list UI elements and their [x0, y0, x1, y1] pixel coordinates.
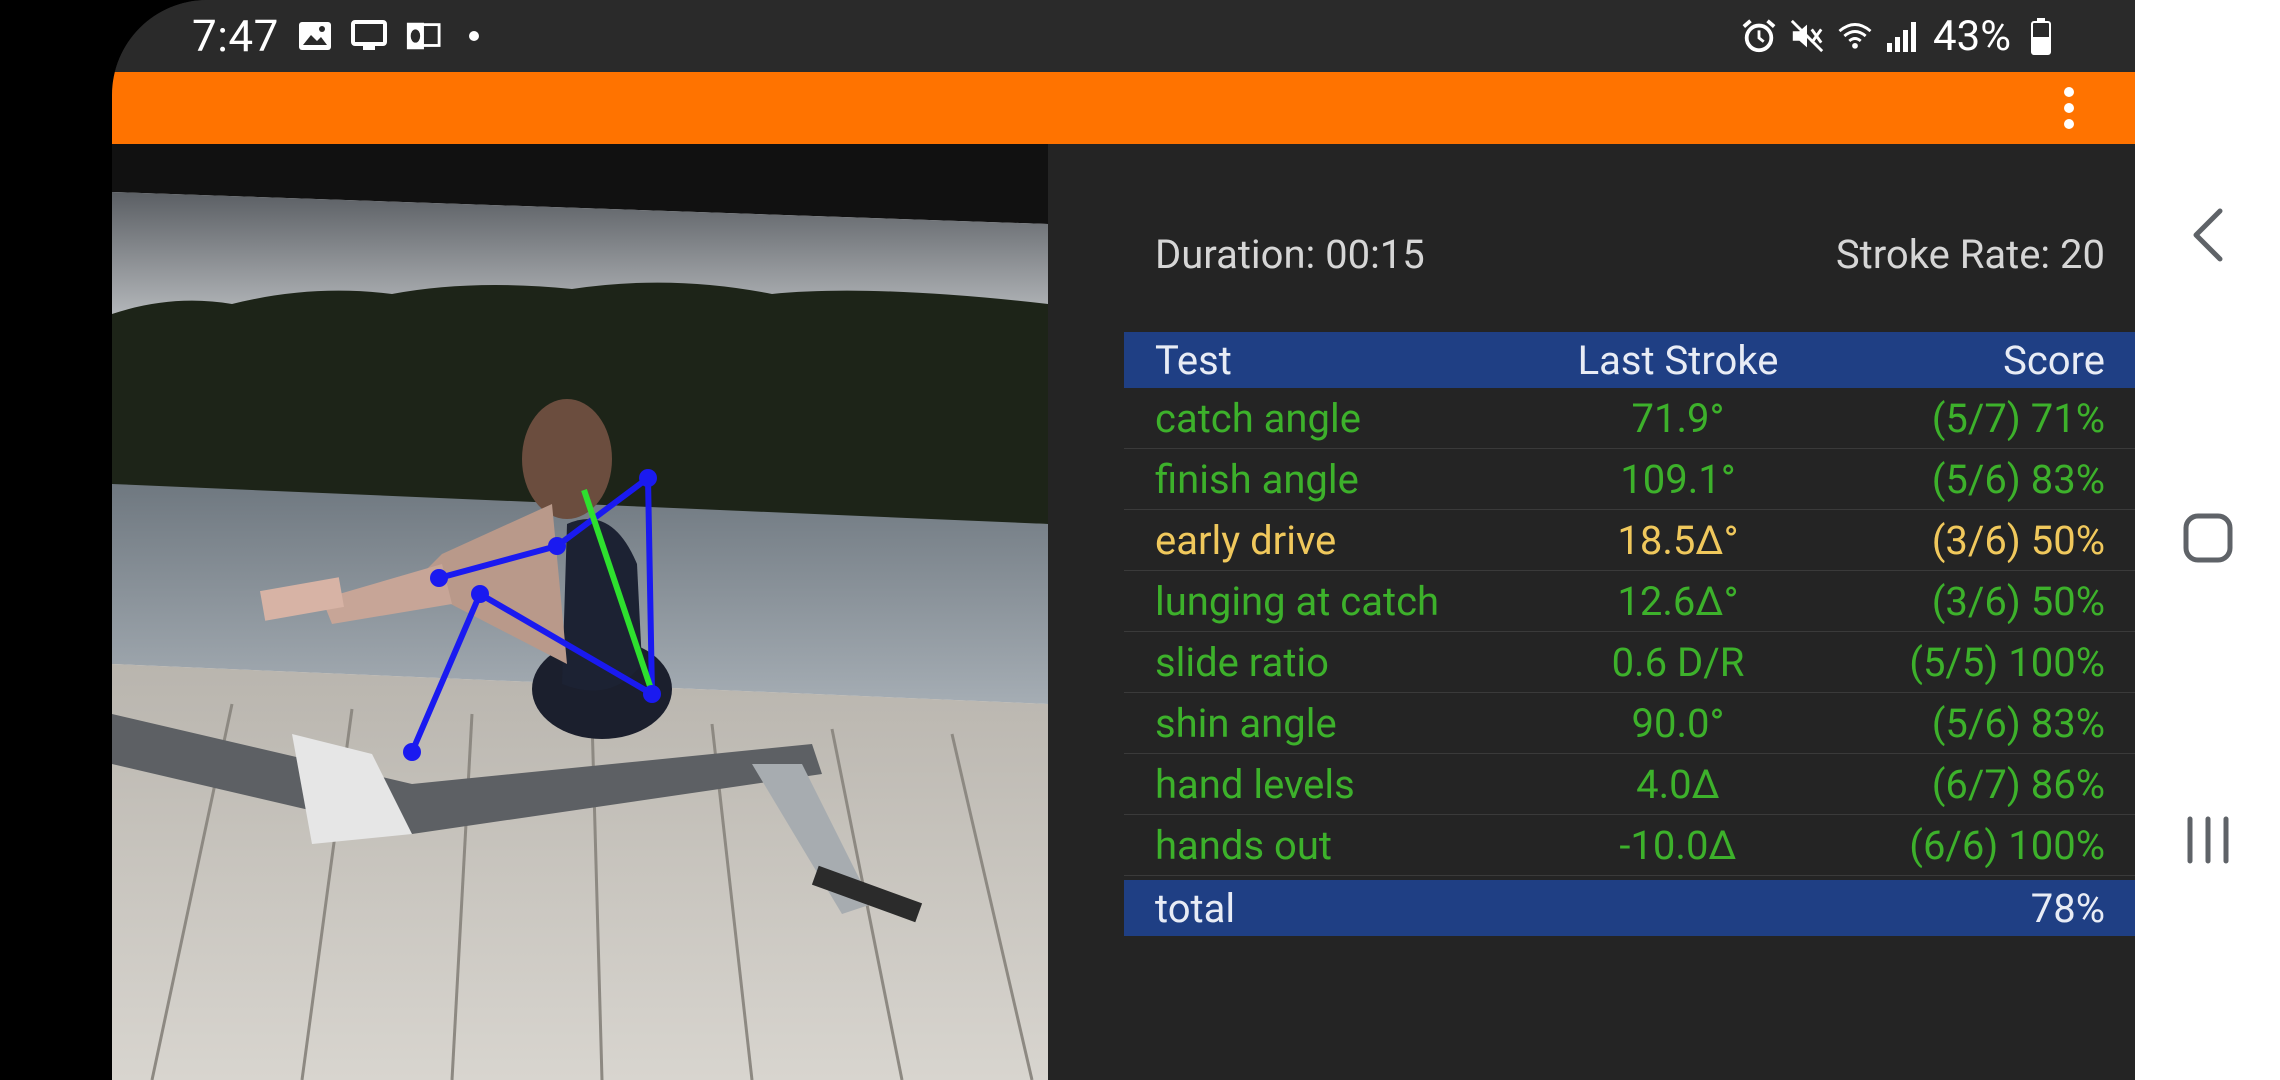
- back-icon[interactable]: [2135, 175, 2280, 295]
- duration-label: Duration: 00:15: [1155, 230, 1425, 278]
- cast-icon: [350, 18, 387, 54]
- row-test: hand levels: [1155, 760, 1355, 808]
- gallery-icon: [297, 18, 333, 54]
- row-score: (5/5) 100%: [1909, 638, 2105, 686]
- app-screen: 7:47 43% Duration: 00:15 Stroke Rate: 20…: [112, 0, 2135, 1080]
- table-row: hand levels 4.0Δ (6/7) 86%: [1124, 754, 2135, 815]
- row-score: (5/6) 83%: [1931, 699, 2105, 747]
- table-row: finish angle 109.1° (5/6) 83%: [1124, 449, 2135, 510]
- status-bar: 7:47 43%: [112, 0, 2135, 72]
- header-score: Score: [2003, 336, 2105, 384]
- overflow-menu-icon[interactable]: [2049, 80, 2089, 136]
- row-test: early drive: [1155, 516, 1337, 564]
- header-last-stroke: Last Stroke: [1577, 336, 1779, 384]
- session-summary: Duration: 00:15 Stroke Rate: 20: [1155, 222, 2105, 286]
- table-row: early drive 18.5Δ° (3/6) 50%: [1124, 510, 2135, 571]
- row-last-stroke: 109.1°: [1620, 455, 1736, 503]
- table-row: catch angle 71.9° (5/7) 71%: [1124, 388, 2135, 449]
- row-last-stroke: 12.6Δ°: [1617, 577, 1739, 625]
- alarm-icon: [1741, 18, 1777, 54]
- row-score: (3/6) 50%: [1931, 577, 2105, 625]
- row-score: (5/6) 83%: [1931, 455, 2105, 503]
- mute-icon: [1789, 18, 1825, 54]
- row-score: (6/7) 86%: [1931, 760, 2105, 808]
- row-last-stroke: 18.5Δ°: [1617, 516, 1739, 564]
- notification-dot-icon: [468, 31, 479, 41]
- row-test: catch angle: [1155, 394, 1361, 442]
- action-bar: [112, 72, 2135, 144]
- stroke-analysis-table: Test Last Stroke Score catch angle 71.9°…: [1124, 332, 2135, 936]
- row-test: finish angle: [1155, 455, 1359, 503]
- status-bar-left: 7:47: [192, 0, 479, 72]
- row-score: (3/6) 50%: [1931, 516, 2105, 564]
- home-icon[interactable]: [2135, 478, 2280, 598]
- table-total-row: total 78%: [1124, 880, 2135, 936]
- row-test: shin angle: [1155, 699, 1337, 747]
- table-row: slide ratio 0.6 D/R (5/5) 100%: [1124, 632, 2135, 693]
- row-test: hands out: [1155, 821, 1332, 869]
- signal-icon: [1885, 18, 1921, 54]
- row-last-stroke: -10.0Δ: [1619, 821, 1737, 869]
- row-last-stroke: 0.6 D/R: [1611, 638, 1745, 686]
- total-label: total: [1155, 884, 1236, 932]
- header-test: Test: [1155, 336, 1232, 384]
- row-test: lunging at catch: [1155, 577, 1440, 625]
- battery-icon: [2023, 18, 2059, 55]
- system-nav-bar: [2135, 0, 2280, 1080]
- status-time: 7:47: [192, 10, 279, 62]
- table-header: Test Last Stroke Score: [1124, 332, 2135, 388]
- stroke-rate-label: Stroke Rate: 20: [1835, 230, 2105, 278]
- row-score: (5/7) 71%: [1931, 394, 2105, 442]
- rowing-video-frame: [112, 144, 1048, 1080]
- row-last-stroke: 90.0°: [1631, 699, 1725, 747]
- outlook-icon: [405, 18, 441, 54]
- table-row: shin angle 90.0° (5/6) 83%: [1124, 693, 2135, 754]
- row-score: (6/6) 100%: [1909, 821, 2105, 869]
- pose-analysis-image: [112, 144, 1048, 1080]
- recents-icon[interactable]: [2135, 780, 2280, 900]
- table-row: hands out -10.0Δ (6/6) 100%: [1124, 815, 2135, 876]
- row-last-stroke: 71.9°: [1631, 394, 1725, 442]
- table-row: lunging at catch 12.6Δ° (3/6) 50%: [1124, 571, 2135, 632]
- row-last-stroke: 4.0Δ: [1636, 760, 1720, 808]
- row-test: slide ratio: [1155, 638, 1329, 686]
- battery-percent: 43%: [1933, 11, 2011, 61]
- status-bar-right: 43%: [1741, 0, 2059, 72]
- wifi-icon: [1837, 18, 1873, 54]
- total-score: 78%: [2030, 884, 2105, 932]
